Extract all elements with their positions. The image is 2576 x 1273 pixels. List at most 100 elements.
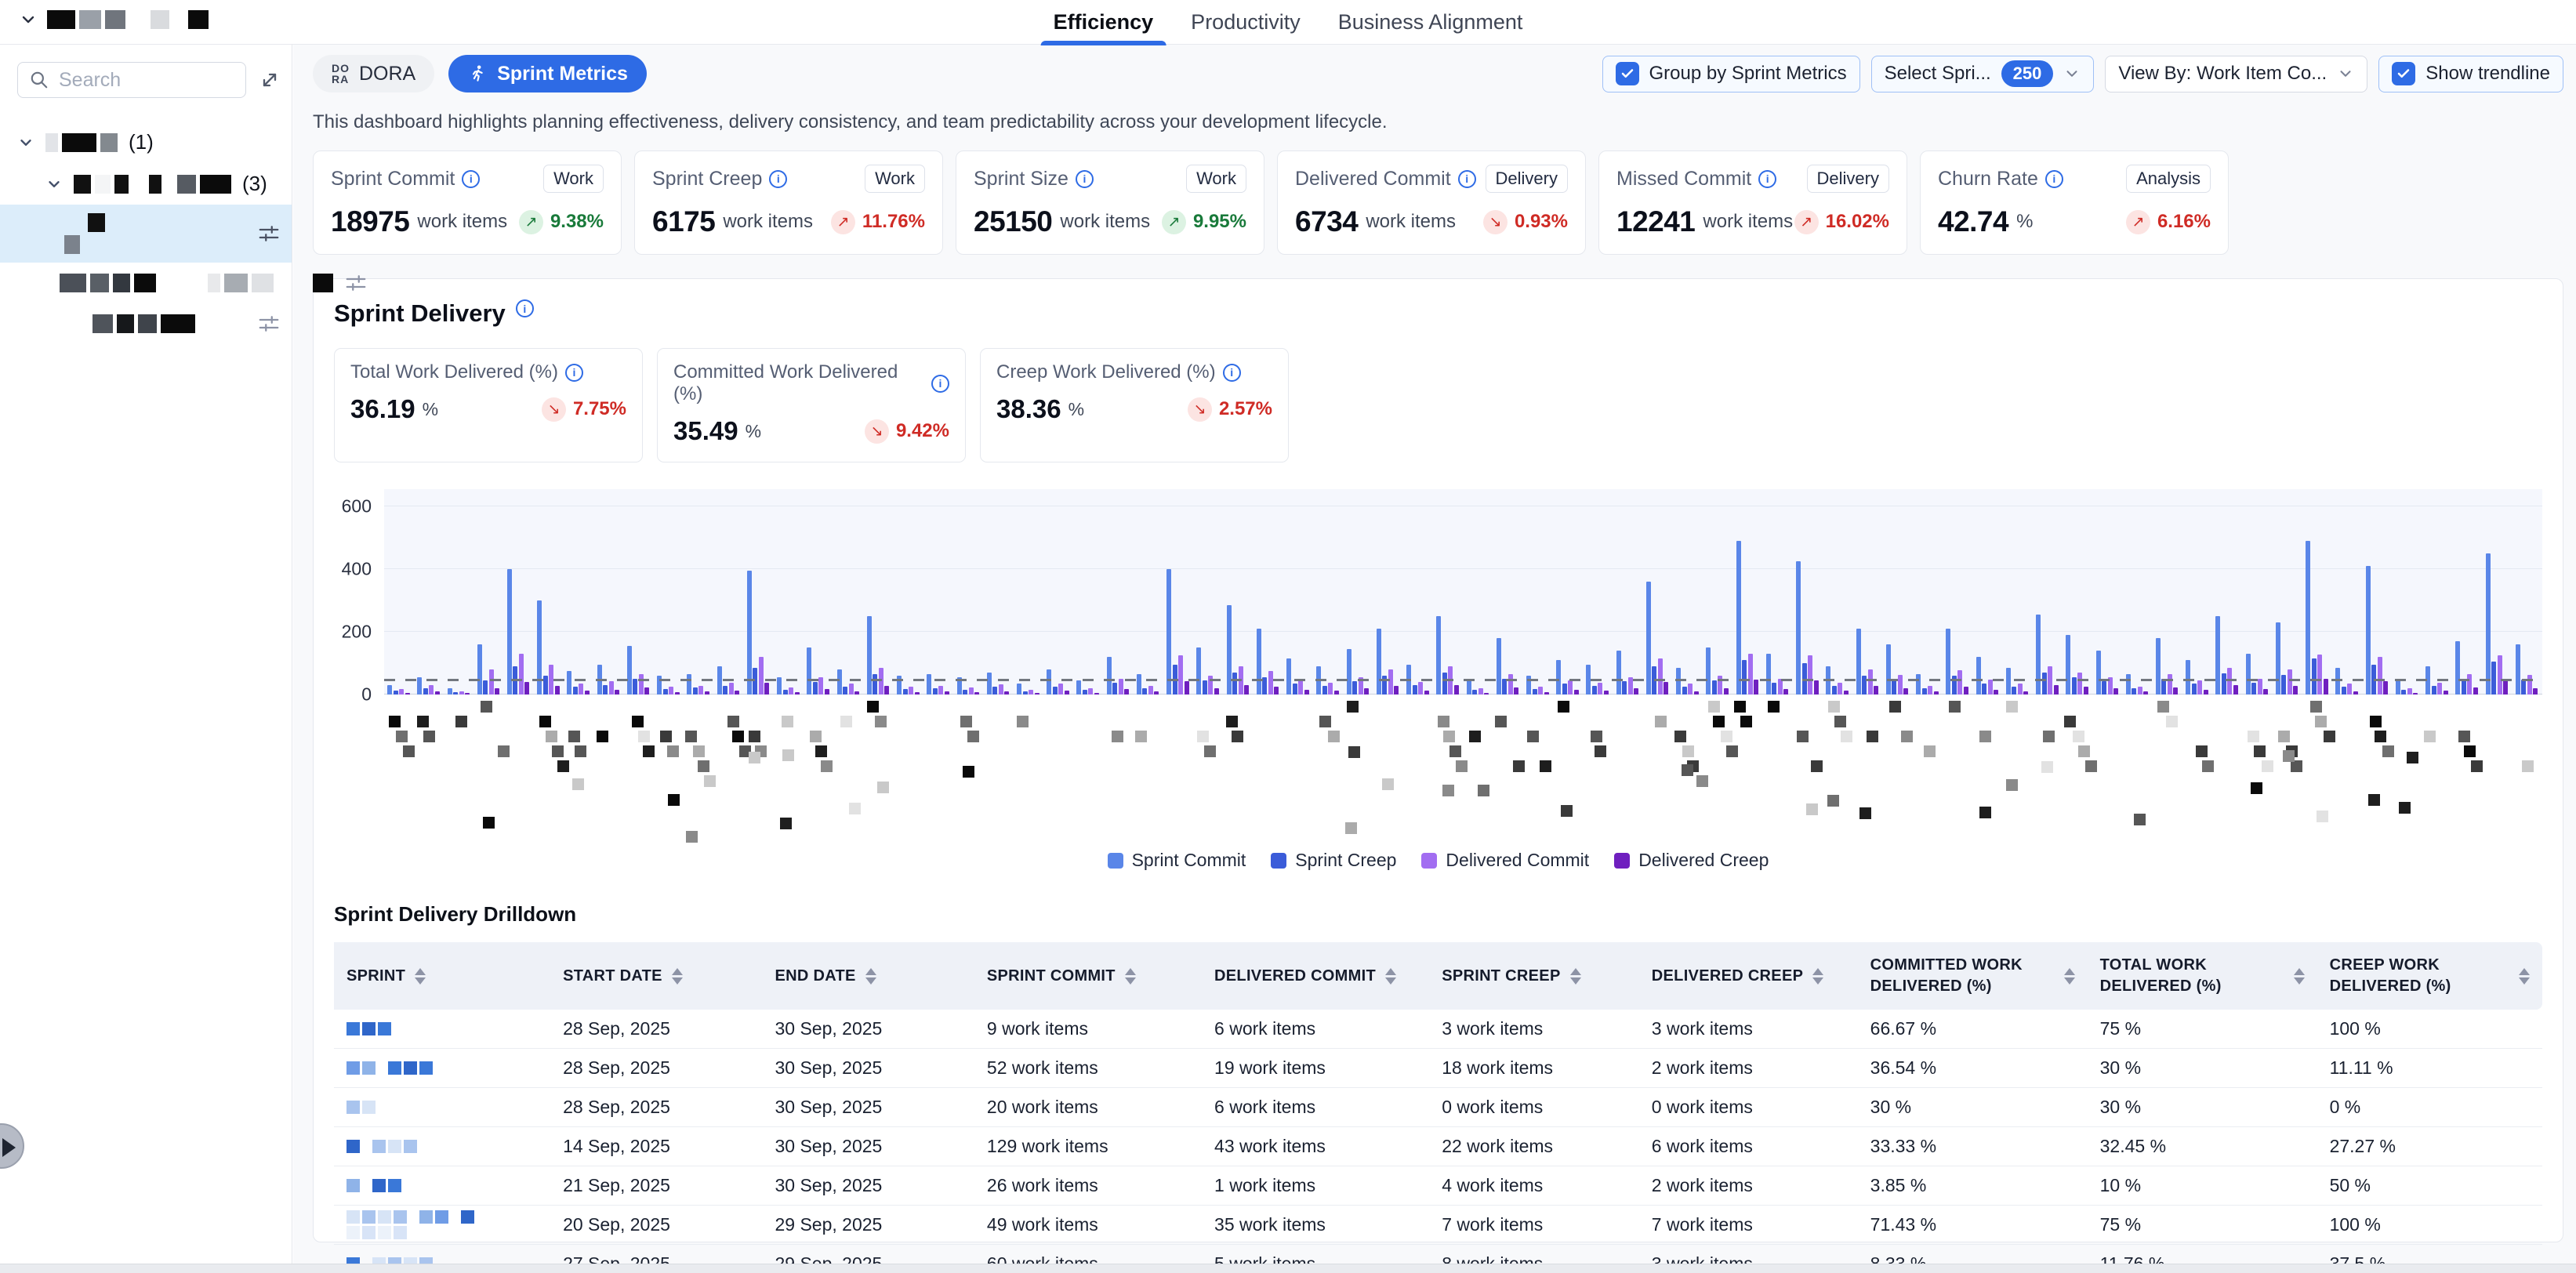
table-row[interactable]: 14 Sep, 2025 30 Sep, 2025 129 work items…	[334, 1127, 2542, 1166]
info-icon[interactable]	[1223, 364, 1241, 382]
column-header[interactable]: Delivered Commit	[1202, 942, 1429, 1010]
expand-panel-icon[interactable]	[259, 69, 281, 91]
chevron-down-icon[interactable]	[45, 176, 63, 193]
sidebar: (1) (3)	[0, 45, 292, 1273]
legend-label: Sprint Commit	[1132, 850, 1246, 871]
kpi-delta: ↗ 9.38%	[519, 210, 604, 234]
total-work-delivered-cell: 75 %	[2088, 1010, 2317, 1049]
workspace-switcher[interactable]	[19, 10, 209, 29]
sort-icon[interactable]	[1385, 968, 1396, 985]
column-header[interactable]: Creep Work Delivered (%)	[2317, 942, 2542, 1010]
tree-item-root[interactable]: (1)	[0, 121, 292, 163]
primary-tabs: Efficiency Productivity Business Alignme…	[1054, 0, 1523, 45]
checkbox-checked-icon[interactable]	[1616, 62, 1639, 85]
table-row[interactable]: 20 Sep, 2025 29 Sep, 2025 49 work items …	[334, 1206, 2542, 1245]
info-icon[interactable]	[565, 364, 583, 382]
column-header[interactable]: Delivered Creep	[1639, 942, 1858, 1010]
filter-sliders-icon[interactable]	[344, 271, 368, 295]
info-icon[interactable]	[1458, 170, 1476, 188]
select-sprints-dropdown[interactable]: Select Spri... 250	[1871, 56, 2095, 92]
search-input[interactable]	[59, 69, 234, 92]
tree-item-count: (3)	[242, 172, 267, 196]
filter-sliders-icon[interactable]	[257, 222, 281, 245]
tree-item-selected[interactable]	[0, 205, 292, 263]
legend-item[interactable]: Delivered Creep	[1614, 850, 1769, 871]
sort-icon[interactable]	[865, 968, 876, 985]
table-row[interactable]: 21 Sep, 2025 30 Sep, 2025 26 work items …	[334, 1166, 2542, 1206]
stat-delta: ↘ 9.42%	[865, 419, 949, 444]
legend-swatch-icon	[1108, 853, 1123, 869]
kpi-category-badge: Work	[543, 165, 604, 193]
sort-icon[interactable]	[1812, 968, 1823, 985]
tree-item[interactable]	[0, 263, 292, 303]
delivered-commit-cell: 43 work items	[1202, 1127, 1429, 1166]
main-content: DORA DORA Sprint Metrics Group by Spri	[293, 45, 2576, 1273]
tab-efficiency[interactable]: Efficiency	[1054, 0, 1154, 45]
top-bar: Efficiency Productivity Business Alignme…	[0, 0, 2576, 45]
info-icon[interactable]	[516, 299, 534, 317]
sort-icon[interactable]	[2519, 968, 2530, 985]
kpi-value: 42.74	[1938, 205, 2008, 238]
kpi-category-badge: Work	[1186, 165, 1246, 193]
column-header[interactable]: Sprint Creep	[1429, 942, 1639, 1010]
kpi-card: Sprint Creep Work 6175 work items ↗ 11.7…	[634, 151, 943, 255]
table-row[interactable]: 28 Sep, 2025 30 Sep, 2025 52 work items …	[334, 1049, 2542, 1088]
sprint-delivery-title: Sprint Delivery	[334, 299, 2542, 328]
legend-item[interactable]: Sprint Commit	[1108, 850, 1246, 871]
kpi-value: 6734	[1295, 205, 1358, 238]
info-icon[interactable]	[769, 170, 787, 188]
sort-icon[interactable]	[415, 968, 426, 985]
info-icon[interactable]	[1758, 170, 1776, 188]
sprint-creep-cell: 4 work items	[1429, 1166, 1639, 1206]
drilldown-header-row: Sprint Start Date	[334, 942, 2542, 1010]
sort-icon[interactable]	[2064, 968, 2075, 985]
legend-item[interactable]: Delivered Commit	[1421, 850, 1589, 871]
delivery-stat-row: Total Work Delivered (%) 36.19 % ↘ 7.75%	[334, 348, 2542, 462]
show-trendline-checkbox[interactable]: Show trendline	[2378, 56, 2563, 92]
column-header[interactable]: Start Date	[550, 942, 762, 1010]
info-icon[interactable]	[1076, 170, 1094, 188]
stat-value: 36.19	[350, 394, 415, 424]
column-header[interactable]: Sprint Commit	[974, 942, 1202, 1010]
delivered-commit-cell: 35 work items	[1202, 1206, 1429, 1245]
search-icon	[29, 70, 49, 90]
sprint-commit-cell: 20 work items	[974, 1088, 1202, 1127]
tab-business-alignment[interactable]: Business Alignment	[1338, 0, 1523, 45]
column-header[interactable]: End Date	[762, 942, 974, 1010]
dora-toggle-button[interactable]: DORA DORA	[313, 55, 434, 92]
sort-icon[interactable]	[1570, 968, 1581, 985]
kpi-title: Sprint Size	[974, 168, 1068, 190]
chevron-down-icon	[19, 10, 38, 29]
column-header[interactable]: Committed Work Delivered (%)	[1858, 942, 2088, 1010]
sort-icon[interactable]	[2294, 968, 2305, 985]
tree-item-group[interactable]: (3)	[0, 163, 292, 205]
legend-item[interactable]: Sprint Creep	[1271, 850, 1396, 871]
sort-icon[interactable]	[1125, 968, 1136, 985]
sort-icon[interactable]	[672, 968, 683, 985]
tree-item[interactable]	[0, 303, 292, 344]
table-row[interactable]: 28 Sep, 2025 30 Sep, 2025 20 work items …	[334, 1088, 2542, 1127]
sprint-creep-cell: 7 work items	[1429, 1206, 1639, 1245]
committed-work-delivered-cell: 30 %	[1858, 1088, 2088, 1127]
group-by-sprint-metrics-checkbox[interactable]: Group by Sprint Metrics	[1602, 56, 1860, 92]
chevron-down-icon[interactable]	[17, 134, 34, 151]
drilldown-table: Sprint Start Date	[334, 942, 2542, 1273]
sprint-metrics-toggle-button[interactable]: Sprint Metrics	[448, 55, 647, 92]
info-icon[interactable]	[931, 375, 949, 393]
table-row[interactable]: 28 Sep, 2025 30 Sep, 2025 9 work items 6…	[334, 1010, 2542, 1049]
filter-sliders-icon[interactable]	[257, 312, 281, 335]
tab-productivity[interactable]: Productivity	[1191, 0, 1301, 45]
show-trendline-label: Show trendline	[2425, 63, 2550, 85]
total-work-delivered-cell: 75 %	[2088, 1206, 2317, 1245]
checkbox-checked-icon[interactable]	[2392, 62, 2415, 85]
info-icon[interactable]	[2045, 170, 2063, 188]
total-work-delivered-cell: 32.45 %	[2088, 1127, 2317, 1166]
bottom-scroll-strip[interactable]	[0, 1264, 2576, 1273]
column-header[interactable]: Sprint	[334, 942, 550, 1010]
info-icon[interactable]	[462, 170, 480, 188]
stat-delta-value: 7.75%	[573, 398, 626, 420]
view-by-dropdown[interactable]: View By: Work Item Co...	[2105, 56, 2367, 92]
column-header[interactable]: Total Work Delivered (%)	[2088, 942, 2317, 1010]
kpi-delta-value: 9.38%	[550, 211, 604, 233]
kpi-category-badge: Delivery	[1807, 165, 1889, 193]
